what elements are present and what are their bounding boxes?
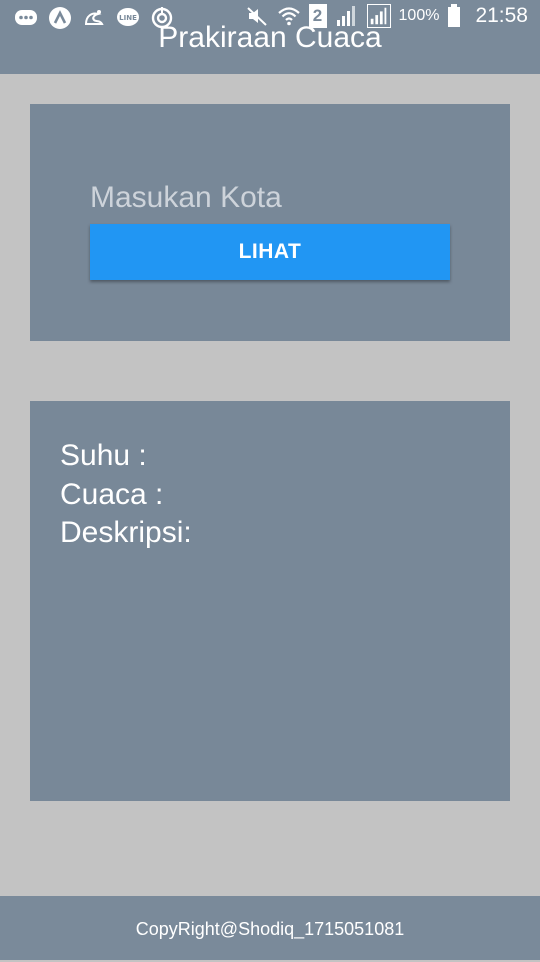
city-input[interactable] [90, 176, 450, 220]
weather-label: Cuaca : [60, 477, 164, 511]
result-lines: Suhu : Cuaca : Deskripsi: [60, 437, 192, 553]
copyright-text: CopyRight@Shodiq_1715051081 [135, 919, 405, 939]
result-card: Suhu : Cuaca : Deskripsi: [30, 401, 510, 801]
footer: CopyRight@Shodiq_1715051081 [0, 896, 540, 960]
temperature-label: Suhu : [60, 439, 147, 472]
description-label: Deskripsi: [60, 516, 192, 549]
lihat-button[interactable]: LIHAT [90, 224, 450, 280]
search-card: LIHAT [30, 104, 510, 341]
app-header: LINE 2 100% 21:58 Prakiraan Cuaca [0, 0, 540, 74]
app-title: Prakiraan Cuaca [158, 21, 382, 54]
